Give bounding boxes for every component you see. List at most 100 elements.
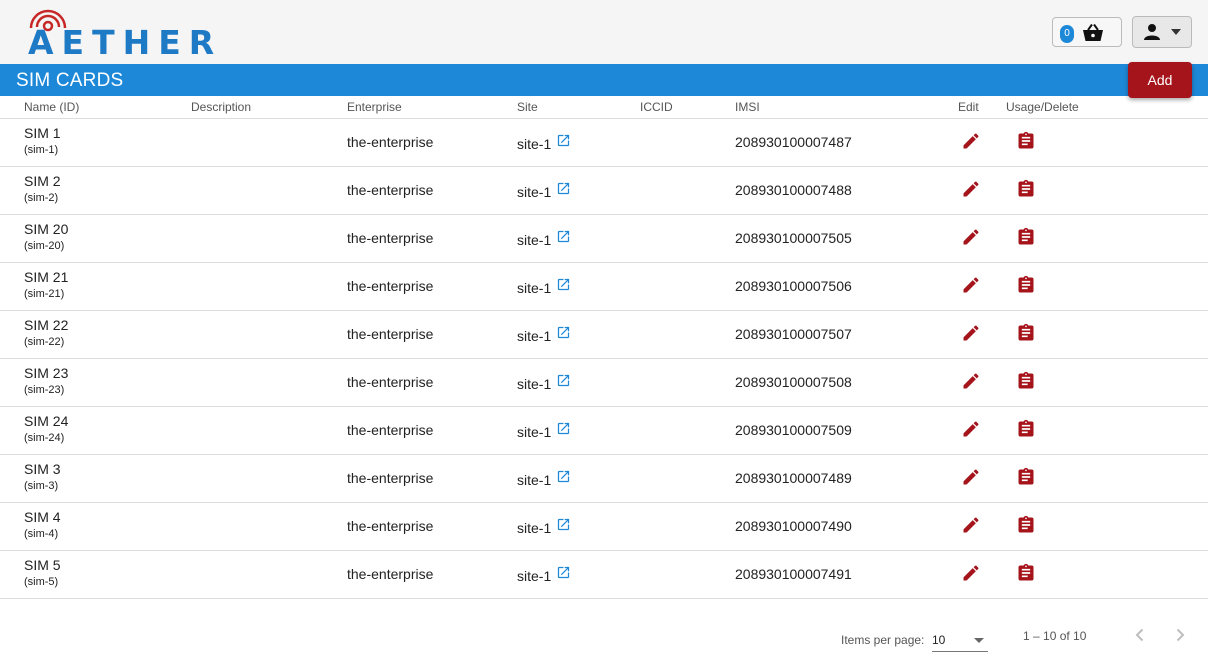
sim-id: (sim-21) — [24, 288, 65, 300]
name-cell: SIM 24 (sim-24) — [0, 406, 191, 455]
description-cell — [191, 214, 347, 263]
sim-name: SIM 4 — [24, 509, 61, 525]
clipboard-icon[interactable] — [1016, 370, 1036, 392]
pencil-icon[interactable] — [961, 515, 981, 535]
name-cell: SIM 21 (sim-21) — [0, 262, 191, 311]
open-in-new-icon[interactable] — [556, 373, 571, 388]
clipboard-icon[interactable] — [1016, 130, 1036, 152]
name-cell: SIM 3 (sim-3) — [0, 454, 191, 503]
items-per-page-select[interactable]: 10 — [932, 628, 988, 652]
enterprise-cell: the-enterprise — [347, 118, 517, 167]
user-menu-button[interactable] — [1132, 16, 1192, 48]
items-per-page-value: 10 — [932, 633, 946, 647]
pencil-icon[interactable] — [961, 467, 981, 487]
clipboard-icon[interactable] — [1016, 562, 1036, 584]
column-header-description[interactable]: Description — [191, 96, 347, 119]
sim-name: SIM 24 — [24, 413, 69, 429]
clipboard-icon[interactable] — [1016, 466, 1036, 488]
cart-button[interactable]: 0 — [1052, 17, 1122, 47]
sim-id: (sim-3) — [24, 480, 59, 492]
iccid-cell — [640, 358, 735, 407]
sim-id: (sim-23) — [24, 384, 65, 396]
pencil-icon[interactable] — [961, 227, 981, 247]
open-in-new-icon[interactable] — [556, 229, 571, 244]
pencil-icon[interactable] — [961, 323, 981, 343]
column-header-iccid[interactable]: ICCID — [640, 96, 735, 119]
edit-cell — [958, 502, 1006, 551]
sim-id: (sim-2) — [24, 192, 59, 204]
pencil-icon[interactable] — [961, 371, 981, 391]
sim-id: (sim-1) — [24, 144, 59, 156]
enterprise-cell: the-enterprise — [347, 358, 517, 407]
pencil-icon[interactable] — [961, 419, 981, 439]
description-cell — [191, 406, 347, 455]
edit-cell — [958, 214, 1006, 263]
clipboard-icon[interactable] — [1016, 274, 1036, 296]
pencil-icon[interactable] — [961, 179, 981, 199]
column-header-enterprise[interactable]: Enterprise — [347, 96, 517, 119]
open-in-new-icon[interactable] — [556, 517, 571, 532]
site-cell: site-1 — [517, 262, 640, 311]
sim-id: (sim-22) — [24, 336, 65, 348]
site-name: site-1 — [517, 568, 552, 584]
open-in-new-icon[interactable] — [556, 277, 571, 292]
open-in-new-icon[interactable] — [556, 469, 571, 484]
enterprise-cell: the-enterprise — [347, 502, 517, 551]
sim-cards-table: Name (ID) Description Enterprise Site IC… — [0, 96, 1208, 599]
sim-name: SIM 21 — [24, 269, 69, 285]
iccid-cell — [640, 262, 735, 311]
table-row: SIM 2 (sim-2) the-enterprise site-1 20893010… — [0, 166, 1208, 215]
column-header-imsi[interactable]: IMSI — [735, 96, 958, 119]
enterprise-cell: the-enterprise — [347, 454, 517, 503]
chevron-left-icon[interactable] — [1132, 627, 1148, 643]
table-row: SIM 23 (sim-23) the-enterprise site-1 208930… — [0, 358, 1208, 407]
sim-id: (sim-5) — [24, 576, 59, 588]
dropdown-arrow-icon — [974, 638, 984, 643]
site-cell: site-1 — [517, 166, 640, 215]
edit-cell — [958, 262, 1006, 311]
column-header-site[interactable]: Site — [517, 96, 640, 119]
table-header-row: Name (ID) Description Enterprise Site IC… — [0, 96, 1208, 119]
edit-cell — [958, 118, 1006, 167]
imsi-cell: 208930100007509 — [735, 406, 958, 455]
edit-cell — [958, 454, 1006, 503]
open-in-new-icon[interactable] — [556, 133, 571, 148]
table-row: SIM 5 (sim-5) the-enterprise site-1 20893010… — [0, 550, 1208, 599]
column-header-name[interactable]: Name (ID) — [0, 96, 191, 119]
site-cell: site-1 — [517, 214, 640, 263]
open-in-new-icon[interactable] — [556, 325, 571, 340]
add-button[interactable]: Add — [1128, 62, 1192, 98]
site-cell: site-1 — [517, 118, 640, 167]
pencil-icon[interactable] — [961, 131, 981, 151]
imsi-cell: 208930100007488 — [735, 166, 958, 215]
aether-logo[interactable]: AETHER — [28, 6, 298, 62]
pencil-icon[interactable] — [961, 275, 981, 295]
open-in-new-icon[interactable] — [556, 421, 571, 436]
imsi-cell: 208930100007507 — [735, 310, 958, 359]
enterprise-cell: the-enterprise — [347, 262, 517, 311]
enterprise-cell: the-enterprise — [347, 550, 517, 599]
description-cell — [191, 310, 347, 359]
usage-delete-cell — [1006, 550, 1208, 599]
open-in-new-icon[interactable] — [556, 181, 571, 196]
sim-name: SIM 5 — [24, 557, 61, 573]
clipboard-icon[interactable] — [1016, 418, 1036, 440]
chevron-down-icon — [1171, 29, 1181, 35]
clipboard-icon[interactable] — [1016, 178, 1036, 200]
edit-cell — [958, 166, 1006, 215]
site-cell: site-1 — [517, 406, 640, 455]
open-in-new-icon[interactable] — [556, 565, 571, 580]
iccid-cell — [640, 454, 735, 503]
clipboard-icon[interactable] — [1016, 322, 1036, 344]
pencil-icon[interactable] — [961, 563, 981, 583]
items-per-page-label: Items per page: — [841, 633, 925, 647]
cart-count-badge: 0 — [1060, 25, 1074, 43]
sim-name: SIM 22 — [24, 317, 69, 333]
description-cell — [191, 166, 347, 215]
chevron-right-icon[interactable] — [1172, 627, 1188, 643]
edit-cell — [958, 358, 1006, 407]
clipboard-icon[interactable] — [1016, 514, 1036, 536]
person-icon — [1144, 24, 1160, 40]
clipboard-icon[interactable] — [1016, 226, 1036, 248]
description-cell — [191, 358, 347, 407]
